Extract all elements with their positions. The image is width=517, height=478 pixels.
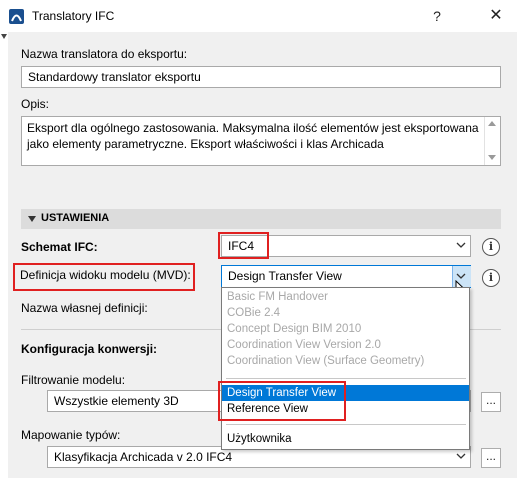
translator-name-label: Nazwa translatora do eksportu:: [21, 47, 188, 61]
mvd-label-highlight-box: [13, 263, 195, 291]
scroll-up-icon[interactable]: [488, 121, 496, 126]
scroll-down-icon[interactable]: [488, 155, 496, 160]
type-mapping-value: Klasyfikacja Archicada v 2.0 IFC4: [54, 450, 233, 464]
mvd-option-disabled: Concept Design BIM 2010: [227, 323, 362, 335]
model-filter-settings-button[interactable]: ...: [481, 392, 501, 412]
custom-definition-label: Nazwa własnej definicji:: [21, 301, 148, 315]
translator-name-input[interactable]: Standardowy translator eksportu: [21, 66, 501, 88]
type-mapping-label: Mapowanie typów:: [21, 428, 121, 442]
description-textarea[interactable]: Eksport dla ogólnego zastosowania. Maksy…: [21, 116, 501, 166]
chevron-down-icon: [456, 453, 466, 459]
archicad-icon: [9, 9, 24, 24]
schema-info-icon[interactable]: i: [482, 238, 500, 256]
mvd-option-disabled: Coordination View (Surface Geometry): [227, 355, 425, 367]
section-expand-icon[interactable]: [28, 216, 36, 222]
mvd-value: Design Transfer View: [228, 269, 342, 283]
dropdown-separator: [226, 424, 466, 425]
description-text: Eksport dla ogólnego zastosowania. Maksy…: [27, 121, 479, 151]
mvd-info-icon[interactable]: i: [482, 269, 500, 287]
mvd-option-user[interactable]: Użytkownika: [222, 431, 469, 447]
mvd-option-disabled: COBie 2.4: [227, 307, 281, 319]
mvd-select[interactable]: Design Transfer View: [221, 265, 471, 288]
window-title: Translatory IFC: [32, 9, 115, 23]
close-button[interactable]: ✕: [482, 4, 510, 28]
model-filter-value: Wszystkie elementy 3D: [54, 394, 179, 408]
type-mapping-settings-button[interactable]: ...: [481, 448, 501, 468]
dropdown-separator: [226, 378, 466, 379]
settings-section-label: USTAWIENIA: [41, 212, 110, 224]
mvd-options-highlight-box: [218, 381, 346, 421]
model-filter-label: Filtrowanie modelu:: [21, 373, 126, 387]
description-label: Opis:: [21, 97, 50, 111]
ifc-schema-label: Schemat IFC:: [21, 240, 98, 254]
chevron-down-icon: [456, 242, 466, 248]
schema-highlight-box: [218, 232, 269, 259]
help-button[interactable]: ?: [423, 4, 451, 28]
conversion-config-label: Konfiguracja konwersji:: [21, 342, 158, 356]
mvd-option-disabled: Basic FM Handover: [227, 291, 328, 303]
collapse-triangle-icon[interactable]: [1, 34, 7, 39]
mvd-dropdown-list: Basic FM Handover COBie 2.4 Concept Desi…: [221, 287, 470, 450]
mvd-option-disabled: Coordination View Version 2.0: [227, 339, 381, 351]
